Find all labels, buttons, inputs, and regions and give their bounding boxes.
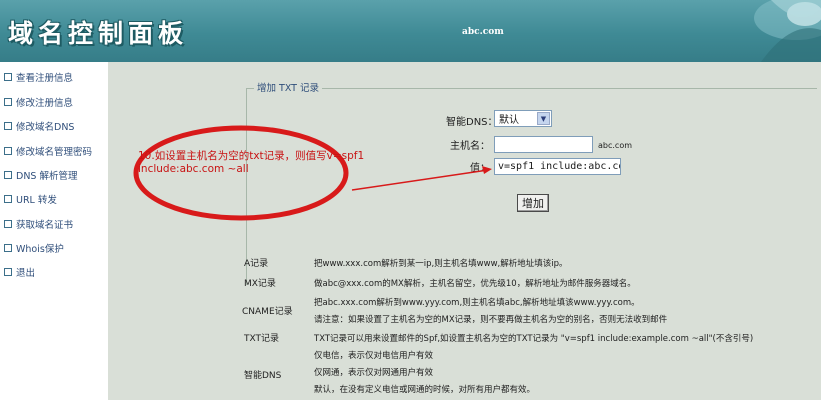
smart-dns-telecom: 仅电信，表示仅对电信用户有效 (314, 351, 434, 361)
square-bullet-icon (4, 98, 12, 106)
sidebar-item-label: 修改注册信息 (16, 98, 74, 109)
main-content: 增加 TXT 记录 智能DNS： 默认 ▼ 主机名： abc.com 值： v=… (108, 62, 821, 400)
a-record-label: A记录 (244, 259, 269, 269)
sidebar-item-label: 获取域名证书 (16, 220, 74, 231)
cname-record-label: CNAME记录 (242, 307, 293, 317)
txt-record-text: TXT记录可以用来设置邮件的Spf,如设置主机名为空的TXT记录为 "v=spf… (314, 334, 754, 344)
smart-dns-selected-value: 默认 (499, 115, 519, 126)
a-record-text: 把www.xxx.com解析到某一ip,则主机名填www,解析地址填该ip。 (314, 259, 568, 269)
sidebar-item-label: Whois保护 (16, 244, 64, 255)
add-button[interactable]: 增加 (517, 194, 549, 212)
square-bullet-icon (4, 220, 12, 228)
sidebar-item-url-forward[interactable]: URL 转发 (0, 190, 108, 208)
square-bullet-icon (4, 147, 12, 155)
header-decoration-graphic (754, 0, 821, 62)
header-banner: 域名控制面板 abc.com (0, 0, 821, 62)
mx-record-label: MX记录 (244, 279, 276, 289)
sidebar-item-label: 查看注册信息 (16, 73, 74, 84)
sidebar-item-whois[interactable]: Whois保护 (0, 239, 108, 257)
mx-record-text: 做abc@xxx.com的MX解析，主机名留空，优先级10，解析地址为邮件服务器… (314, 279, 636, 289)
sidebar-item-label: URL 转发 (16, 195, 57, 206)
sidebar-item-logout[interactable]: 退出 (0, 263, 108, 281)
smart-dns-info-label: 智能DNS (244, 371, 282, 381)
annotation-text: 10.如设置主机名为空的txt记录，则值写v=spf1 include:abc.… (138, 150, 365, 175)
sidebar-item-edit-password[interactable]: 修改域名管理密码 (0, 142, 108, 160)
form-legend: 增加 TXT 记录 (254, 80, 322, 94)
sidebar-item-label: 退出 (16, 268, 36, 279)
sidebar: 查看注册信息 修改注册信息 修改域名DNS 修改域名管理密码 DNS 解析管理 … (0, 62, 108, 400)
cname-record-text: 把abc.xxx.com解析到www.yyy.com,则主机名填abc,解析地址… (314, 298, 640, 308)
square-bullet-icon (4, 195, 12, 203)
smart-dns-netcom: 仅网通，表示仅对网通用户有效 (314, 368, 434, 378)
host-label: 主机名： (450, 141, 490, 152)
smart-dns-default: 默认，在没有定义电信或网通的时候，对所有用户都有效。 (314, 385, 536, 395)
sidebar-item-edit-dns[interactable]: 修改域名DNS (0, 117, 108, 135)
value-input[interactable]: v=spf1 include:abc.co (494, 158, 621, 175)
chevron-down-icon[interactable]: ▼ (537, 112, 550, 125)
cname-record-note: 请注意：如果设置了主机名为空的MX记录，则不要再做主机名为空的别名，否则无法收到… (314, 315, 668, 325)
square-bullet-icon (4, 244, 12, 252)
square-bullet-icon (4, 268, 12, 276)
smart-dns-select[interactable]: 默认 ▼ (494, 110, 552, 127)
sidebar-item-view-registration[interactable]: 查看注册信息 (0, 68, 108, 86)
domain-name: abc.com (462, 27, 504, 37)
smart-dns-label: 智能DNS： (446, 117, 498, 128)
square-bullet-icon (4, 171, 12, 179)
sidebar-item-label: DNS 解析管理 (16, 171, 78, 182)
sidebar-item-label: 修改域名DNS (16, 122, 75, 133)
sidebar-item-label: 修改域名管理密码 (16, 147, 93, 158)
square-bullet-icon (4, 122, 12, 130)
page-title: 域名控制面板 (8, 19, 189, 48)
square-bullet-icon (4, 73, 12, 81)
txt-record-label: TXT记录 (244, 334, 280, 344)
host-suffix: abc.com (598, 141, 633, 150)
sidebar-item-dns-management[interactable]: DNS 解析管理 (0, 166, 108, 184)
host-input[interactable] (494, 136, 593, 153)
sidebar-item-certificate[interactable]: 获取域名证书 (0, 215, 108, 233)
sidebar-item-edit-registration[interactable]: 修改注册信息 (0, 93, 108, 111)
value-label: 值： (470, 163, 490, 174)
